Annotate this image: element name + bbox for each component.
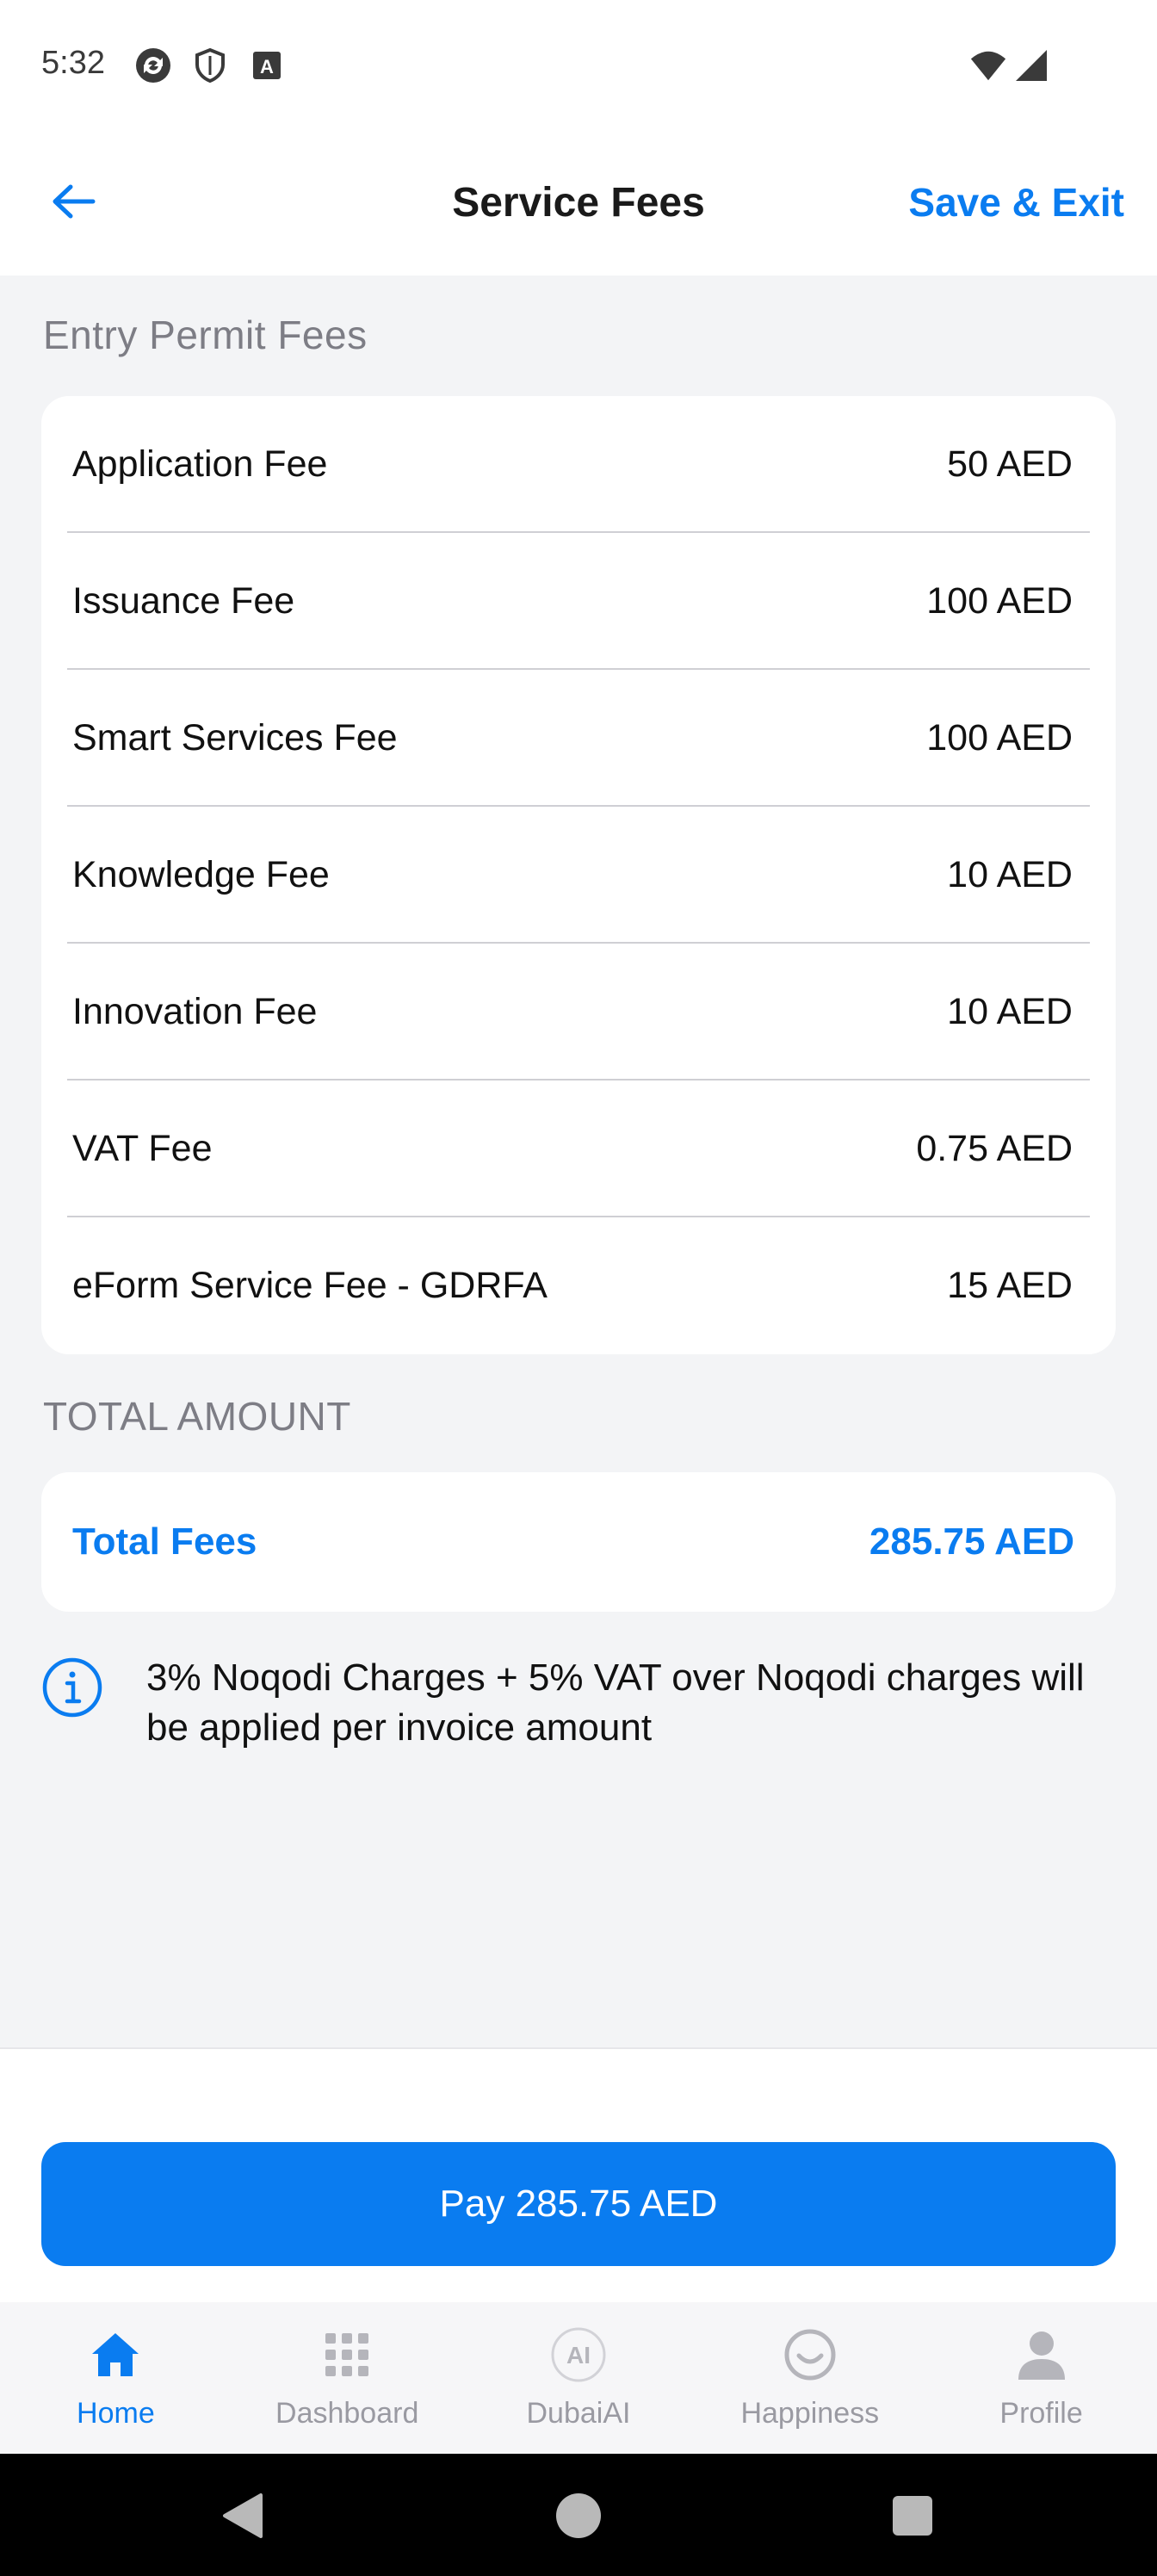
fee-label: Knowledge Fee <box>72 854 330 895</box>
nav-label: DubaiAI <box>526 2397 631 2430</box>
app-bar: Service Fees Save & Exit <box>0 129 1157 276</box>
status-bar: 5:32 A <box>0 0 1157 129</box>
smiley-icon <box>780 2325 840 2385</box>
fee-value: 10 AED <box>947 854 1073 895</box>
entry-permit-section-title: Entry Permit Fees <box>43 313 368 357</box>
fee-row-innovation: Innovation Fee 10 AED <box>41 944 1116 1081</box>
home-icon <box>85 2325 145 2385</box>
nav-item-happiness[interactable]: Happiness <box>694 2302 925 2454</box>
fee-value: 50 AED <box>947 443 1073 485</box>
ai-icon: AI <box>548 2325 609 2385</box>
system-home-icon[interactable] <box>551 2488 606 2543</box>
fee-value: 10 AED <box>947 991 1073 1032</box>
total-row: Total Fees 285.75 AED <box>41 1472 1116 1612</box>
fee-row-issuance: Issuance Fee 100 AED <box>41 533 1116 670</box>
nav-label: Home <box>77 2397 155 2430</box>
fee-value: 15 AED <box>947 1265 1073 1306</box>
total-label: Total Fees <box>72 1520 257 1563</box>
fee-label: Issuance Fee <box>72 580 295 622</box>
system-back-icon[interactable] <box>215 2488 270 2543</box>
fee-label: Innovation Fee <box>72 991 318 1032</box>
svg-text:A: A <box>260 56 274 77</box>
fee-row-smart-services: Smart Services Fee 100 AED <box>41 670 1116 807</box>
nav-label: Dashboard <box>275 2397 419 2430</box>
fee-label: VAT Fee <box>72 1128 213 1169</box>
a-box-icon: A <box>248 46 286 84</box>
fee-row-vat: VAT Fee 0.75 AED <box>41 1081 1116 1217</box>
fee-row-knowledge: Knowledge Fee 10 AED <box>41 807 1116 944</box>
nav-item-dubaiai[interactable]: AI DubaiAI <box>463 2302 695 2454</box>
total-amount-section-title: TOTAL AMOUNT <box>43 1394 351 1439</box>
note-text: 3% Noqodi Charges + 5% VAT over Noqodi c… <box>146 1656 1085 1749</box>
fee-label: Smart Services Fee <box>72 717 398 759</box>
total-value: 285.75 AED <box>869 1520 1074 1563</box>
pay-button[interactable]: Pay 285.75 AED <box>41 2142 1116 2266</box>
sync-icon <box>134 46 172 84</box>
fee-value: 100 AED <box>926 580 1073 622</box>
fee-value: 0.75 AED <box>916 1128 1073 1169</box>
grid-icon <box>317 2325 377 2385</box>
fee-row-eform: eForm Service Fee - GDRFA 15 AED <box>41 1217 1116 1354</box>
noqodi-note: 3% Noqodi Charges + 5% VAT over Noqodi c… <box>41 1653 1126 1753</box>
wifi-icon <box>969 46 1007 84</box>
nav-item-dashboard[interactable]: Dashboard <box>232 2302 463 2454</box>
system-recents-icon[interactable] <box>885 2488 940 2543</box>
person-icon <box>1012 2325 1072 2385</box>
status-time: 5:32 <box>41 45 105 81</box>
nav-label: Profile <box>999 2397 1083 2430</box>
system-nav-bar <box>0 2454 1157 2576</box>
nav-item-home[interactable]: Home <box>0 2302 232 2454</box>
nav-item-profile[interactable]: Profile <box>925 2302 1157 2454</box>
fee-row-application: Application Fee 50 AED <box>41 396 1116 533</box>
fee-value: 100 AED <box>926 717 1073 759</box>
shield-icon <box>191 46 229 84</box>
fees-card: Application Fee 50 AED Issuance Fee 100 … <box>41 396 1116 1354</box>
signal-icon <box>1012 46 1050 84</box>
nav-label: Happiness <box>740 2397 880 2430</box>
svg-text:AI: AI <box>566 2342 591 2369</box>
fee-label: eForm Service Fee - GDRFA <box>72 1265 548 1306</box>
total-card: Total Fees 285.75 AED <box>41 1472 1116 1612</box>
fee-label: Application Fee <box>72 443 328 485</box>
bottom-nav: Home Dashboard AI DubaiAI Happiness Prof… <box>0 2302 1157 2454</box>
info-icon <box>41 1656 103 1718</box>
save-exit-button[interactable]: Save & Exit <box>908 179 1124 226</box>
